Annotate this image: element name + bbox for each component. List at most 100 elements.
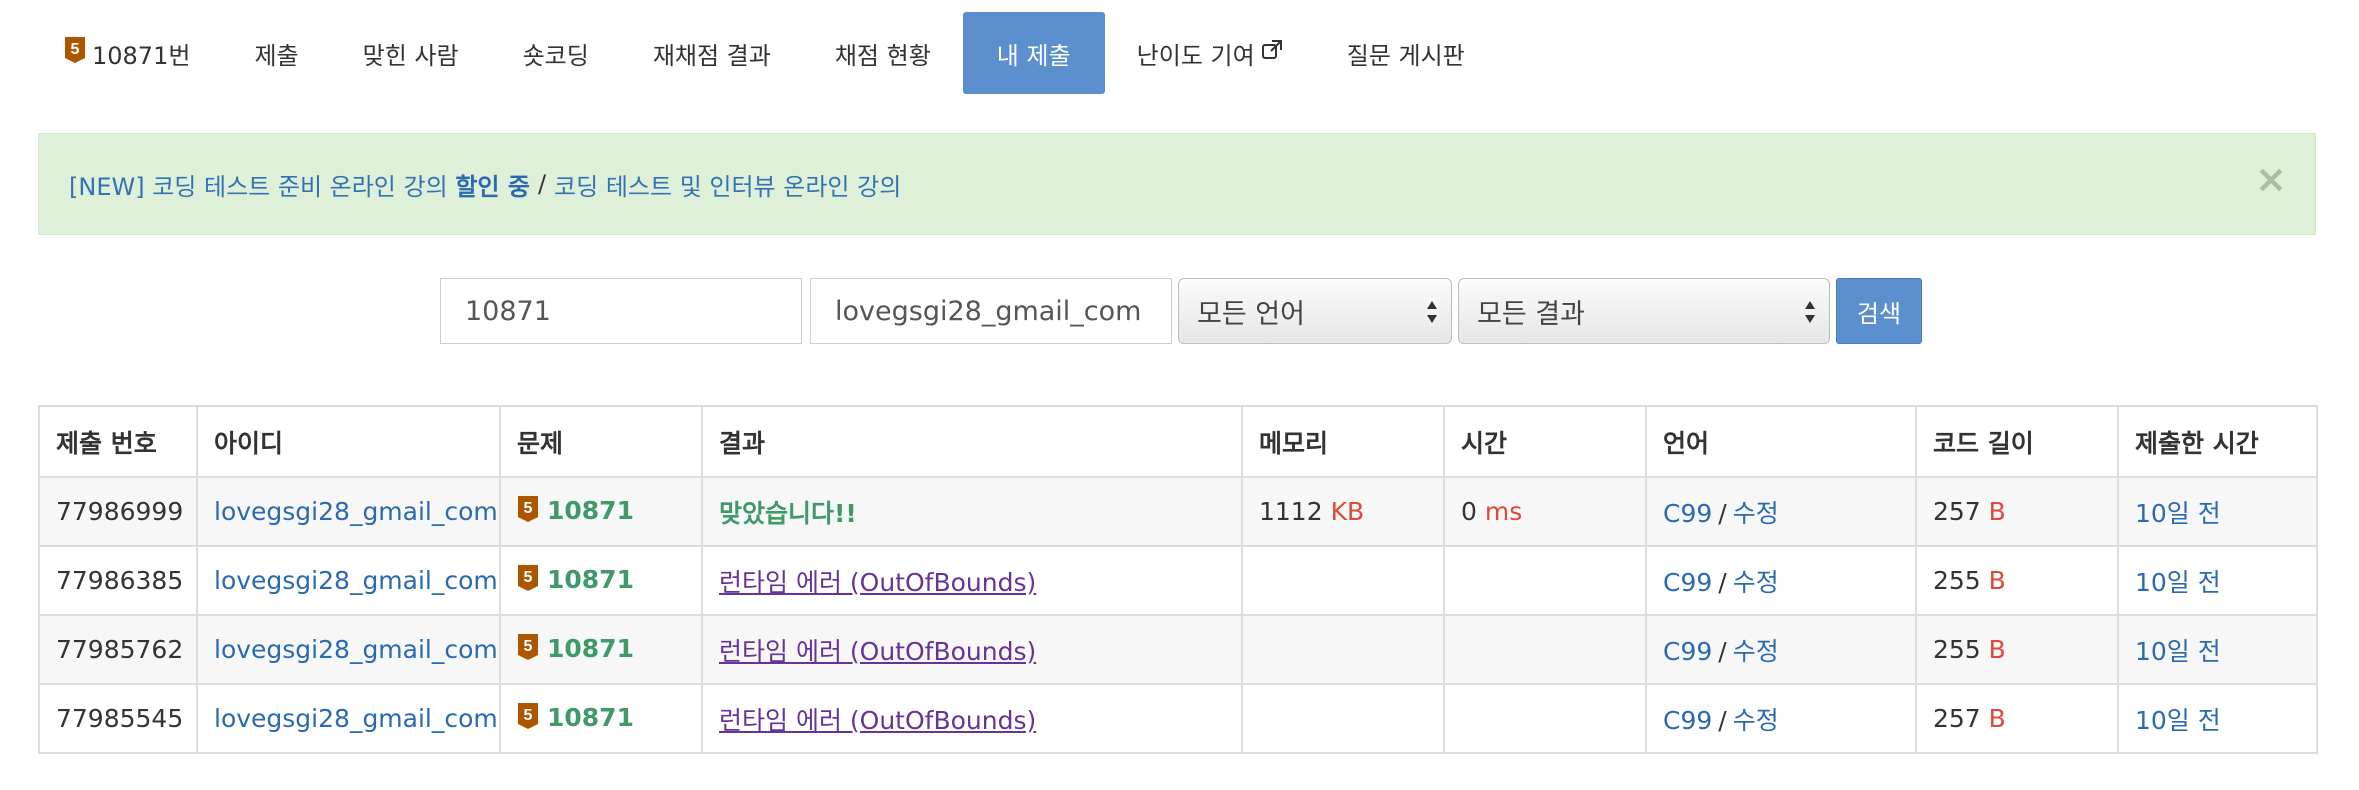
language-select[interactable]: 모든 언어 <box>1178 278 1452 344</box>
edit-link[interactable]: 수정 <box>1733 499 1779 528</box>
code-length-cell: 257 B <box>1915 683 2119 754</box>
problem-number: 10871 <box>547 495 634 525</box>
interview-course-link[interactable]: 코딩 테스트 및 인터뷰 온라인 강의 <box>554 167 901 202</box>
tab-submit-label: 제출 <box>254 41 299 70</box>
result-runtime-error-link[interactable]: 런타임 에러 (OutOfBounds) <box>719 568 1036 597</box>
result-cell: 런타임 에러 (OutOfBounds) <box>701 545 1243 616</box>
submission-id-cell: 77985762 <box>38 614 198 685</box>
svg-text:5: 5 <box>524 500 533 517</box>
result-cell: 런타임 에러 (OutOfBounds) <box>701 683 1243 754</box>
slash-separator: / <box>1718 498 1727 528</box>
code-length-unit: B <box>1988 704 2006 733</box>
code-length-cell: 257 B <box>1915 476 2119 547</box>
user-cell: lovegsgi28_gmail_com <box>196 476 501 547</box>
slash-separator: / <box>1718 705 1727 735</box>
language-cell: C99/수정 <box>1645 683 1917 754</box>
promo-course-text: [NEW] 코딩 테스트 준비 온라인 강의 <box>69 172 448 201</box>
memory-cell: 1112 KB <box>1241 476 1445 547</box>
tab-status-label: 채점 현황 <box>834 41 931 70</box>
problem-cell: 5 10871 <box>499 614 703 685</box>
time-cell: 0 ms <box>1443 476 1647 547</box>
header-result: 결과 <box>701 405 1243 478</box>
result-runtime-error-link[interactable]: 런타임 에러 (OutOfBounds) <box>719 637 1036 666</box>
tab-my-submissions-label: 내 제출 <box>996 41 1071 70</box>
promo-course-link[interactable]: [NEW] 코딩 테스트 준비 온라인 강의 할인 중 <box>69 167 530 202</box>
time-value: 0 <box>1461 497 1477 526</box>
result-runtime-error-link[interactable]: 런타임 에러 (OutOfBounds) <box>719 706 1036 735</box>
user-cell: lovegsgi28_gmail_com <box>196 683 501 754</box>
tab-question-board[interactable]: 질문 게시판 <box>1315 12 1497 94</box>
problem-link[interactable]: 5 10871 <box>517 495 634 525</box>
language-cell: C99/수정 <box>1645 545 1917 616</box>
language-cell: C99/수정 <box>1645 476 1917 547</box>
submitted-time-link[interactable]: 10일 전 <box>2135 637 2221 666</box>
language-link[interactable]: C99 <box>1663 706 1712 735</box>
tab-solved-users[interactable]: 맞힌 사람 <box>331 12 491 94</box>
result-accepted: 맞았습니다!! <box>719 498 857 528</box>
header-problem: 문제 <box>499 405 703 478</box>
user-cell: lovegsgi28_gmail_com <box>196 545 501 616</box>
tab-rejudge-result[interactable]: 재채점 결과 <box>621 12 803 94</box>
svg-text:5: 5 <box>524 638 533 655</box>
result-select-value: 모든 결과 <box>1477 298 1585 330</box>
user-link[interactable]: lovegsgi28_gmail_com <box>214 635 498 664</box>
tab-my-submissions[interactable]: 내 제출 <box>962 12 1105 94</box>
select-arrows-icon <box>1805 301 1815 323</box>
tab-submit[interactable]: 제출 <box>222 12 330 94</box>
submission-id-cell: 77986385 <box>38 545 198 616</box>
header-language: 언어 <box>1645 405 1917 478</box>
language-link[interactable]: C99 <box>1663 568 1712 597</box>
table-row: 77985762 lovegsgi28_gmail_com 5 10871 런타임… <box>38 614 2318 685</box>
problem-cell: 5 10871 <box>499 683 703 754</box>
svg-text:5: 5 <box>524 569 533 586</box>
bronze-tier-icon: 5 <box>517 495 539 529</box>
user-link[interactable]: lovegsgi28_gmail_com <box>214 566 498 595</box>
submission-id-cell: 77985545 <box>38 683 198 754</box>
memory-cell <box>1241 683 1445 754</box>
submission-id-cell: 77986999 <box>38 476 198 547</box>
edit-link[interactable]: 수정 <box>1733 706 1779 735</box>
bronze-tier-icon: 5 <box>517 702 539 736</box>
memory-cell <box>1241 614 1445 685</box>
problem-link[interactable]: 5 10871 <box>517 702 634 732</box>
submitted-time-link[interactable]: 10일 전 <box>2135 706 2221 735</box>
submitted-time-link[interactable]: 10일 전 <box>2135 499 2221 528</box>
close-icon[interactable]: × <box>2255 160 2287 198</box>
user-id-input[interactable]: lovegsgi28_gmail_com <box>810 278 1172 344</box>
slash-separator: / <box>1718 567 1727 597</box>
language-link[interactable]: C99 <box>1663 499 1712 528</box>
tab-rejudge-result-label: 재채점 결과 <box>652 41 771 70</box>
problem-link[interactable]: 5 10871 <box>517 633 634 663</box>
language-select-value: 모든 언어 <box>1197 298 1305 330</box>
code-length-unit: B <box>1988 635 2006 664</box>
tab-problem[interactable]: 5 10871번 <box>38 12 222 94</box>
edit-link[interactable]: 수정 <box>1733 568 1779 597</box>
search-button[interactable]: 검색 <box>1836 278 1922 344</box>
promo-alert: [NEW] 코딩 테스트 준비 온라인 강의 할인 중 / 코딩 테스트 및 인… <box>38 133 2316 235</box>
promo-separator: / <box>537 170 547 198</box>
problem-link[interactable]: 5 10871 <box>517 564 634 594</box>
problem-cell: 5 10871 <box>499 545 703 616</box>
bronze-tier-icon: 5 <box>64 36 86 70</box>
submission-table: 제출 번호 아이디 문제 결과 메모리 시간 언어 코드 길이 제출한 시간 7… <box>38 405 2318 754</box>
header-user-id: 아이디 <box>196 405 501 478</box>
tab-difficulty-contribution[interactable]: 난이도 기여 <box>1105 12 1315 94</box>
tab-status[interactable]: 채점 현황 <box>803 12 963 94</box>
problem-id-input[interactable]: 10871 <box>440 278 802 344</box>
tab-short-coding[interactable]: 숏코딩 <box>491 12 621 94</box>
user-link[interactable]: lovegsgi28_gmail_com <box>214 704 498 733</box>
language-link[interactable]: C99 <box>1663 637 1712 666</box>
result-select[interactable]: 모든 결과 <box>1458 278 1830 344</box>
edit-link[interactable]: 수정 <box>1733 637 1779 666</box>
table-header-row: 제출 번호 아이디 문제 결과 메모리 시간 언어 코드 길이 제출한 시간 <box>38 405 2318 478</box>
header-submission-id: 제출 번호 <box>38 405 198 478</box>
svg-text:5: 5 <box>71 41 80 58</box>
user-link[interactable]: lovegsgi28_gmail_com <box>214 497 498 526</box>
table-row: 77986385 lovegsgi28_gmail_com 5 10871 런타임… <box>38 545 2318 616</box>
external-link-icon <box>1261 39 1283 67</box>
code-length-value: 255 <box>1933 635 1981 664</box>
submitted-time-link[interactable]: 10일 전 <box>2135 568 2221 597</box>
memory-unit: KB <box>1330 497 1365 526</box>
header-submitted-time: 제출한 시간 <box>2117 405 2318 478</box>
code-length-cell: 255 B <box>1915 614 2119 685</box>
